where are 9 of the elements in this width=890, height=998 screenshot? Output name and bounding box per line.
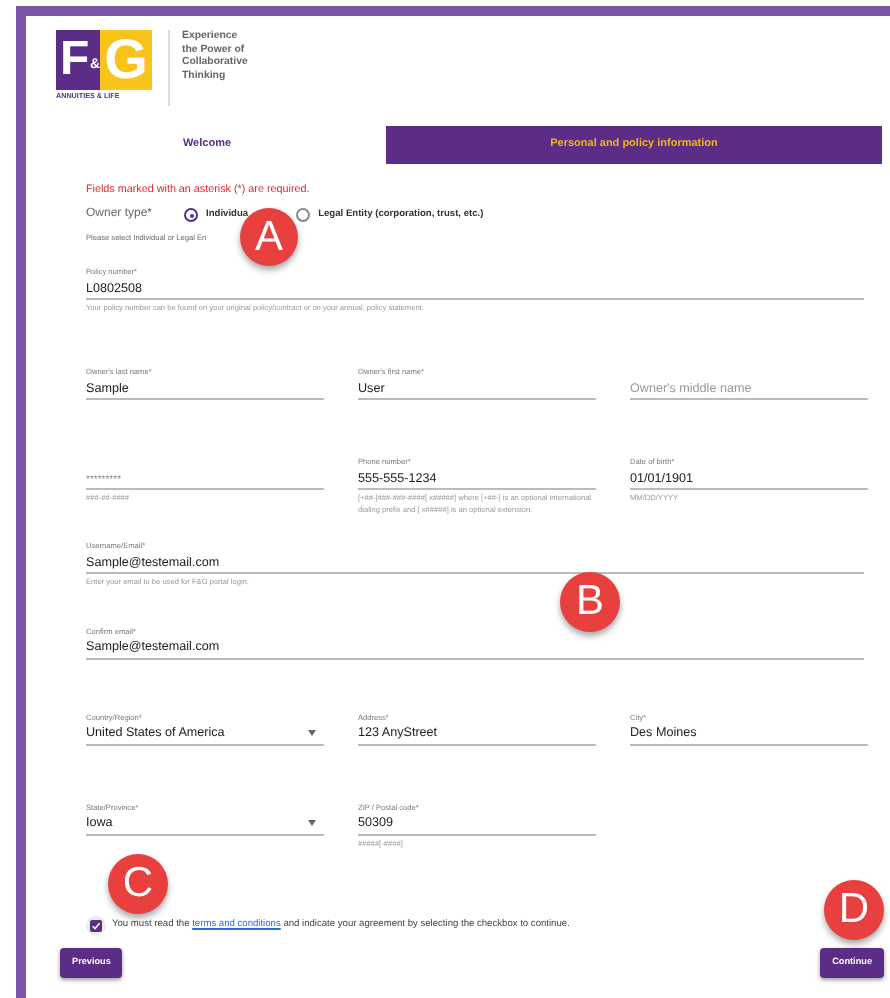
callout-marker: C <box>108 854 168 914</box>
checkbox[interactable] <box>86 916 106 937</box>
checkmark-icon <box>90 920 102 933</box>
caret-icon <box>308 729 316 736</box>
caret-icon <box>308 819 316 826</box>
callout-marker: B <box>560 572 620 632</box>
radio-button[interactable] <box>184 208 199 222</box>
radio-button[interactable] <box>296 208 311 222</box>
callout-marker: D <box>824 880 884 940</box>
